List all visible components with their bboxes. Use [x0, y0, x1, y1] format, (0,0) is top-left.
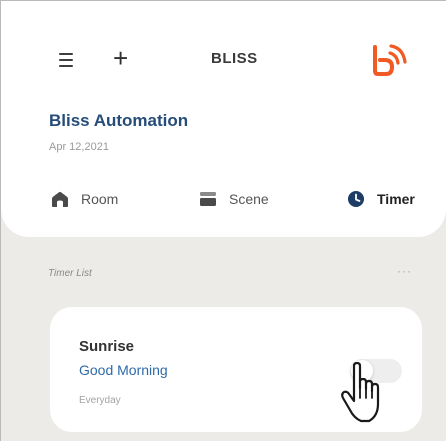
clock-icon	[348, 191, 364, 207]
timer-card[interactable]: Sunrise Good Morning Everyday	[50, 307, 422, 432]
tab-scene[interactable]: Scene	[199, 189, 269, 209]
brand-title: BLISS	[211, 50, 258, 67]
tab-room[interactable]: Room	[51, 189, 118, 209]
menu-icon[interactable]	[59, 53, 73, 67]
tab-timer-label: Timer	[377, 191, 415, 207]
header-card: + BLISS Bliss Automation Apr 12,2021 Roo…	[1, 1, 446, 237]
tab-room-label: Room	[81, 191, 119, 207]
bliss-logo-icon	[373, 44, 407, 76]
timer-name: Sunrise	[79, 338, 135, 355]
home-date: Apr 12,2021	[49, 141, 109, 153]
timer-list-label: Timer List	[48, 268, 92, 279]
timer-subtitle: Good Morning	[79, 362, 168, 378]
timer-repeat: Everyday	[79, 395, 121, 406]
house-icon	[52, 191, 68, 207]
toggle-knob	[351, 360, 373, 382]
home-title: Bliss Automation	[49, 111, 189, 130]
tab-scene-label: Scene	[229, 191, 269, 207]
add-button[interactable]: +	[113, 43, 128, 73]
scene-icon	[200, 192, 216, 206]
timer-toggle[interactable]	[350, 359, 402, 383]
tab-timer[interactable]: Timer	[347, 189, 415, 209]
more-options-button[interactable]: ···	[397, 264, 412, 278]
